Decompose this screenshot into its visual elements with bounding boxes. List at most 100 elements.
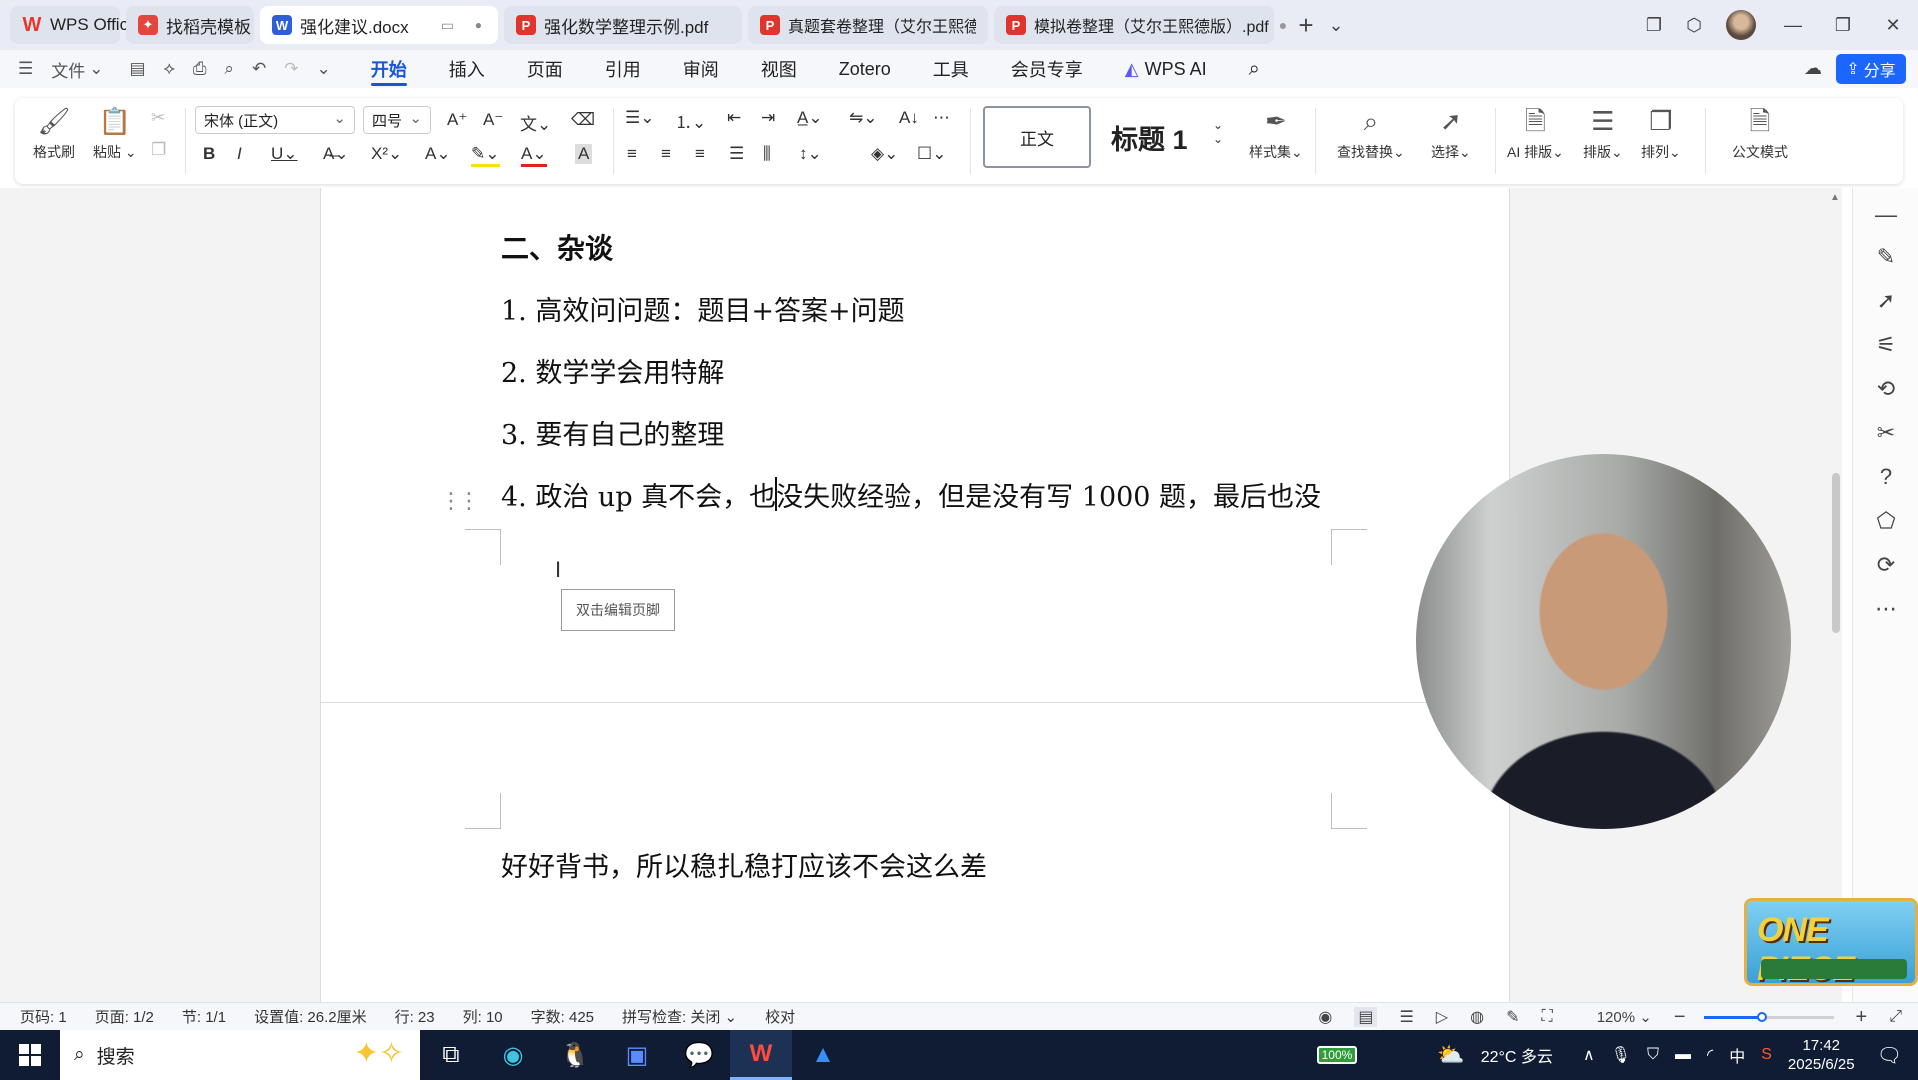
zoom-slider[interactable] xyxy=(1703,1011,1834,1022)
fullscreen-icon[interactable]: ⤢ xyxy=(1889,1008,1902,1026)
align-right-icon[interactable]: ≡ xyxy=(695,144,705,164)
drag-handle-icon[interactable]: ⋮⋮ xyxy=(440,488,480,514)
zoom-slider-knob[interactable] xyxy=(1757,1011,1767,1022)
start-button[interactable] xyxy=(0,1030,60,1080)
taskbar-search[interactable]: ⌕ 搜索 ✦✧ xyxy=(60,1030,420,1080)
sync-icon[interactable]: ⟳ xyxy=(1853,552,1918,578)
status-page-number[interactable]: 页码: 1 xyxy=(20,1006,67,1027)
status-setting[interactable]: 设置值: 26.2厘米 xyxy=(254,1006,367,1027)
text-effect-icon[interactable]: A⌄ xyxy=(425,144,451,164)
file-menu[interactable]: 文件 xyxy=(51,57,85,82)
more-chevron-icon[interactable]: ⌄ xyxy=(316,59,330,79)
tab-wps-ai[interactable]: ◭ WPS AI xyxy=(1125,50,1207,88)
page-view-icon[interactable]: ▤ xyxy=(1354,1007,1378,1027)
collapse-icon[interactable]: — xyxy=(1853,202,1918,228)
weather-icon[interactable]: ⛅ xyxy=(1437,1042,1464,1068)
border-icon[interactable]: ☐⌄ xyxy=(917,144,946,164)
save-icon[interactable]: ▤ xyxy=(130,59,146,79)
clear-format-icon[interactable]: ⌫ xyxy=(571,110,595,130)
tab-wps-office[interactable]: W WPS Office xyxy=(10,6,138,44)
tab-list-chevron-icon[interactable]: ⌄ xyxy=(1326,5,1346,45)
tab-pdf-math-examples[interactable]: P 强化数学整理示例.pdf xyxy=(504,6,742,44)
format-painter-button[interactable]: 🖌 格式刷 xyxy=(33,104,75,162)
restore-icon[interactable]: ❐ xyxy=(1818,5,1868,45)
battery-icon[interactable]: ▬ xyxy=(1675,1046,1691,1064)
tab-docer-templates[interactable]: ✦ 找稻壳模板 xyxy=(126,6,254,44)
tab-references[interactable]: 引用 xyxy=(605,50,641,88)
outline-view-icon[interactable]: ☰ xyxy=(1399,1007,1413,1027)
zoom-level[interactable]: 120% ⌄ xyxy=(1575,1008,1652,1026)
chevron-down-icon[interactable]: ⌄ xyxy=(89,59,103,79)
highlight-icon[interactable]: ✎⌄ xyxy=(471,144,500,167)
bullet-list-icon[interactable]: ☰⌄ xyxy=(625,108,654,128)
status-word-count[interactable]: 字数: 425 xyxy=(531,1006,594,1027)
line-spacing-icon[interactable]: ↕⌄ xyxy=(799,144,822,164)
style-heading1-button[interactable]: 标题 1 xyxy=(1099,106,1209,168)
tab-review[interactable]: 审阅 xyxy=(683,50,719,88)
shading-icon[interactable]: ◈⌄ xyxy=(871,144,898,164)
pen-icon[interactable]: ✎ xyxy=(1853,244,1918,270)
grow-font-icon[interactable]: A⁺ xyxy=(447,110,467,130)
wps-taskbar-icon[interactable]: W xyxy=(730,1030,792,1080)
clock[interactable]: 17:42 2025/6/25 xyxy=(1788,1036,1855,1074)
zoom-out-icon[interactable]: − xyxy=(1674,1006,1686,1029)
tab-insert[interactable]: 插入 xyxy=(449,50,485,88)
char-shading-icon[interactable]: A xyxy=(575,144,593,164)
find-replace-button[interactable]: ⌕ 查找替换⌄ xyxy=(1337,104,1405,162)
copy-icon[interactable]: ❐ xyxy=(151,140,166,160)
monitor-icon[interactable]: ▭ xyxy=(441,17,454,34)
tray-chevron-icon[interactable]: ∧ xyxy=(1583,1045,1595,1065)
shield-icon[interactable]: ⛉ xyxy=(1647,1046,1659,1064)
font-family-select[interactable]: 宋体 (正文) xyxy=(195,106,355,134)
shape-icon[interactable]: ⬠ xyxy=(1853,508,1918,534)
distribute-icon[interactable]: ⫼ xyxy=(763,144,771,164)
weather-text[interactable]: 22°C 多云 xyxy=(1481,1043,1553,1067)
footer-edit-tooltip[interactable]: 双击编辑页脚 xyxy=(561,589,675,631)
tab-tools[interactable]: 工具 xyxy=(933,50,969,88)
sort-icon[interactable]: A↓ xyxy=(899,108,919,128)
search-icon[interactable]: ⌕ xyxy=(1249,50,1260,88)
app-icon[interactable]: ▣ xyxy=(606,1030,668,1080)
cut-icon[interactable]: ✂ xyxy=(151,108,165,128)
battery-indicator[interactable]: 100% xyxy=(1316,1046,1358,1064)
print-preview-icon[interactable]: ⌕ xyxy=(224,59,234,79)
justify-icon[interactable]: ☰ xyxy=(729,144,744,164)
increase-indent-icon[interactable]: ⇥ xyxy=(761,108,775,128)
hamburger-icon[interactable]: ☰ xyxy=(18,59,33,79)
align-center-icon[interactable]: ≡ xyxy=(661,144,671,164)
cloud-upload-icon[interactable]: ☁ xyxy=(1804,58,1822,79)
paste-button[interactable]: 📋 粘贴 ⌄ xyxy=(93,104,137,162)
underline-icon[interactable]: U⌄ xyxy=(271,144,298,164)
adjust-icon[interactable]: ⚟ xyxy=(1853,332,1918,358)
print-icon[interactable]: ⎙ xyxy=(193,59,207,79)
status-spell-check[interactable]: 拼写检查: 关闭 ⌄ xyxy=(622,1006,737,1027)
more-icon[interactable]: ⋯ xyxy=(1853,596,1918,622)
zoom-in-icon[interactable]: + xyxy=(1856,1006,1868,1029)
format-icon[interactable]: ⟡ xyxy=(164,59,175,79)
minimize-icon[interactable]: — xyxy=(1768,5,1818,45)
text-direction-icon[interactable]: A̲⌄ xyxy=(797,108,823,128)
italic-icon[interactable]: I xyxy=(237,144,242,164)
tab-active-document[interactable]: W 强化建议.docx ▭ ● xyxy=(260,6,498,44)
new-tab-plus-icon[interactable]: + xyxy=(1286,5,1326,45)
document-page[interactable]: 好好背书，所以稳扎稳打应该不会这么差 xyxy=(320,702,1510,1002)
shrink-font-icon[interactable]: A⁻ xyxy=(483,110,503,130)
draw-icon[interactable]: ✎ xyxy=(1506,1007,1519,1027)
line-break-icon[interactable]: ⇋⌄ xyxy=(849,108,878,128)
styles-scroll-icon[interactable]: ⌄ ⌄ xyxy=(1213,118,1223,146)
tab-zotero[interactable]: Zotero xyxy=(839,50,891,88)
play-icon[interactable]: ▷ xyxy=(1436,1007,1448,1027)
ime-s-icon[interactable]: S xyxy=(1761,1046,1772,1064)
font-color-icon[interactable]: A⌄ xyxy=(521,144,547,167)
strikethrough-icon[interactable]: A̶⌄ xyxy=(323,144,349,164)
font-size-select[interactable]: 四号 xyxy=(363,106,431,134)
tab-view[interactable]: 视图 xyxy=(761,50,797,88)
arrange-button[interactable]: ❐ 排列⌄ xyxy=(1641,104,1681,162)
superscript-icon[interactable]: X²⌄ xyxy=(371,144,402,164)
decrease-indent-icon[interactable]: ⇤ xyxy=(727,108,741,128)
ai-layout-button[interactable]: 🗎 AI 排版⌄ xyxy=(1507,104,1564,162)
status-section[interactable]: 节: 1/1 xyxy=(182,1006,226,1027)
tab-pdf-mock-exams[interactable]: P 模拟卷整理（艾尔王熙德版）.pdf ● xyxy=(994,6,1287,44)
select-cursor-icon[interactable]: ➚ xyxy=(1853,288,1918,314)
select-button[interactable]: ➚ 选择⌄ xyxy=(1431,104,1471,162)
